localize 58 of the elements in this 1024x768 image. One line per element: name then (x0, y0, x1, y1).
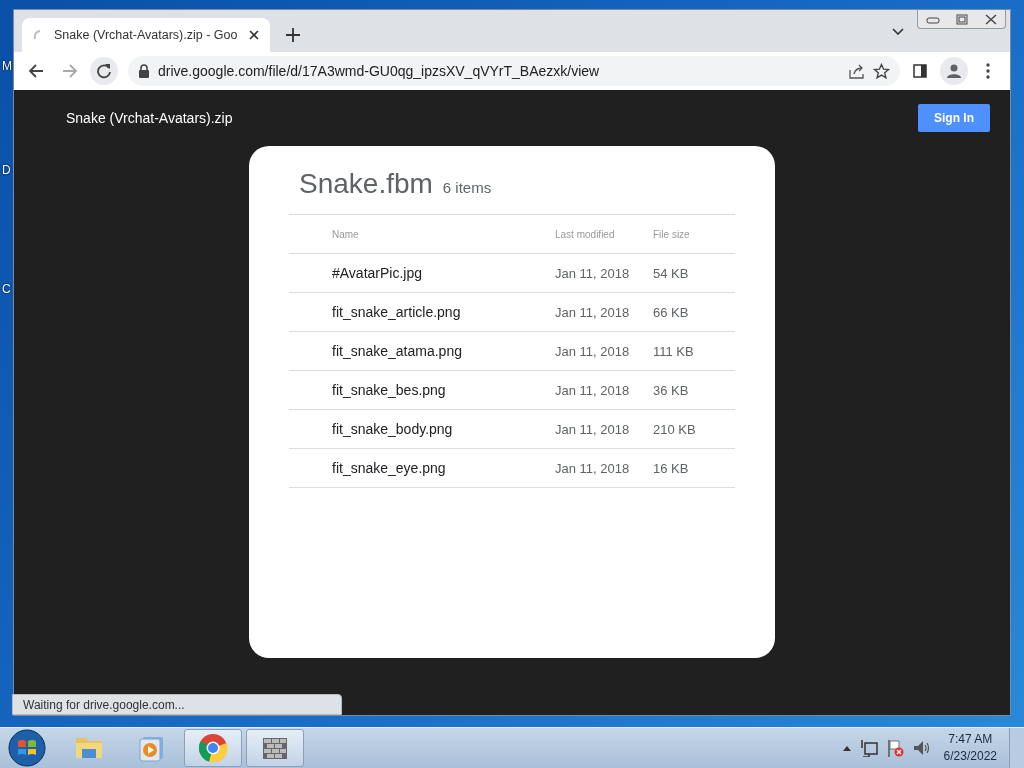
file-size: 111 KB (653, 343, 695, 359)
file-size: 54 KB (653, 265, 690, 281)
address-bar[interactable]: drive.google.com/file/d/17A3wmd-GU0qg_ipzsXV_qVYrT_BAezxk/view (128, 56, 900, 86)
network-icon[interactable] (859, 739, 878, 757)
start-button-icon[interactable] (8, 729, 46, 767)
triangle-up-icon[interactable] (841, 744, 852, 752)
file-name[interactable]: fit_snake_eye.png (332, 460, 555, 476)
file-size: 66 KB (653, 304, 690, 320)
desktop-icon-label[interactable]: M (2, 59, 12, 73)
file-name[interactable]: fit_snake_article.png (332, 304, 555, 320)
modified-date: Jan 11, 2018 (555, 421, 631, 437)
file-title: Snake (Vrchat-Avatars).zip (66, 110, 233, 126)
item-count: 6 items (442, 179, 492, 196)
file-name[interactable]: fit_snake_atama.png (332, 343, 555, 359)
close-tab-button[interactable] (248, 29, 260, 41)
arrow-left-icon (28, 63, 44, 79)
close-icon (983, 13, 998, 25)
column-header: Name (332, 228, 360, 240)
side-panel-icon (913, 64, 927, 78)
file-name[interactable]: fit_snake_body.png (332, 421, 555, 437)
column-header: Last modified (555, 228, 616, 240)
modified-date: Jan 11, 2018 (555, 460, 631, 476)
maximize-icon (954, 13, 969, 25)
close-icon (248, 29, 260, 41)
arrow-right-icon (62, 63, 78, 79)
folder-name: Snake.fbm (299, 168, 433, 200)
reload-icon (96, 63, 112, 79)
star-icon[interactable] (873, 62, 890, 80)
plus-icon (286, 28, 300, 42)
modified-date: Jan 11, 2018 (555, 265, 631, 281)
column-header: File size (653, 228, 691, 240)
person-icon (946, 63, 962, 79)
modified-date: Jan 11, 2018 (555, 343, 631, 359)
status-bubble: Waiting for drive.google.com... (12, 694, 342, 715)
file-name[interactable]: fit_snake_bes.png (332, 382, 555, 398)
chrome-icon (197, 732, 229, 764)
file-size: 16 KB (653, 460, 690, 476)
menu-icon (986, 63, 990, 79)
chevron-down-icon[interactable] (892, 28, 904, 35)
taskbar-button[interactable] (184, 729, 242, 767)
clock[interactable]: 7:47 AM 6/23/2022 (943, 731, 997, 765)
desktop-icon-label[interactable]: C (2, 282, 11, 296)
file-size: 210 KB (653, 421, 697, 437)
profile-button[interactable] (940, 57, 968, 85)
file-size: 36 KB (653, 382, 690, 398)
modified-date: Jan 11, 2018 (555, 382, 631, 398)
flag-icon[interactable] (885, 739, 904, 757)
taskbar-button[interactable] (246, 729, 304, 767)
share-icon[interactable] (848, 62, 865, 80)
file-name[interactable]: #AvatarPic.jpg (332, 265, 555, 281)
modified-date: Jan 11, 2018 (555, 304, 631, 320)
desktop-icon-label[interactable]: D (2, 163, 11, 177)
clock-time: 7:47 AM (948, 731, 993, 748)
clock-date: 6/23/2022 (943, 748, 997, 765)
browser-tab[interactable]: Snake (Vrchat-Avatars).zip - Goo (22, 18, 270, 52)
lock-icon (138, 64, 150, 78)
speaker-icon[interactable] (911, 739, 930, 757)
reload-button[interactable] (90, 57, 118, 85)
